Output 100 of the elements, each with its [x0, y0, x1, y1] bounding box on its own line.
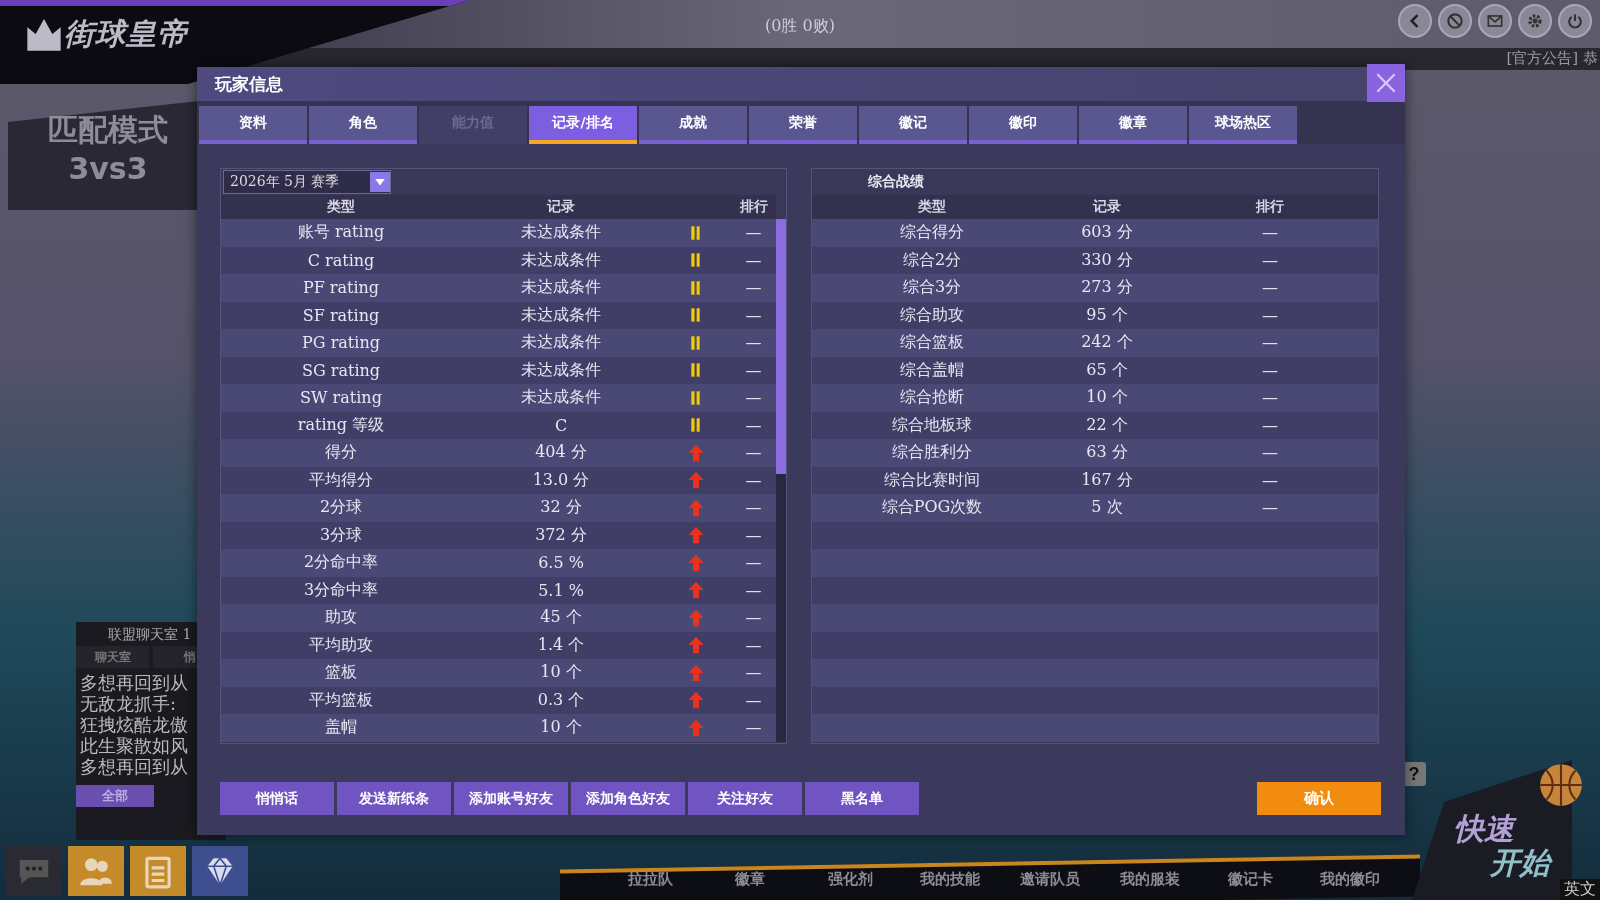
up-arrow-icon: [687, 635, 705, 656]
tab[interactable]: 角色: [309, 106, 417, 144]
language-indicator: 英文: [1560, 879, 1600, 900]
dialog-title: 玩家信息: [213, 72, 283, 96]
bottom-menu-item[interactable]: 强化剂: [800, 870, 900, 889]
table-cell-text: 盖帽: [324, 717, 358, 739]
bottom-menu-item[interactable]: 拉拉队: [600, 870, 700, 889]
bottom-menu-item[interactable]: 我的技能: [900, 870, 1000, 889]
action-button[interactable]: 添加角色好友: [571, 782, 685, 815]
table-cell-text: 3分球: [318, 524, 364, 546]
action-button[interactable]: 关注好友: [688, 782, 802, 815]
tab[interactable]: 徽章: [1079, 106, 1187, 144]
chat-room-title: 联盟聊天室 1: [107, 625, 193, 644]
action-button[interactable]: 发送新纸条: [337, 782, 451, 815]
table-cell-text: 未达成条件: [520, 332, 602, 354]
bottom-menu-item[interactable]: 邀请队员: [1000, 870, 1100, 889]
action-button[interactable]: 黑名单: [805, 782, 919, 815]
table-cell-text: 65 个: [1085, 359, 1129, 381]
scrollbar-thumb[interactable]: [776, 219, 786, 474]
power-icon: [1565, 11, 1585, 31]
table-cell-text: 22 个: [1085, 414, 1129, 436]
column-header: 排行: [1256, 198, 1284, 216]
table-cell-text: 综合比赛时间: [883, 469, 981, 491]
column-header: 排行: [739, 198, 768, 216]
tab[interactable]: 资料: [199, 106, 307, 144]
column-header: 类型: [918, 198, 946, 216]
no-entry-icon: [1445, 11, 1465, 31]
table-cell-text: —: [744, 333, 763, 353]
up-arrow-icon: [687, 662, 705, 683]
table-cell-text: 未达成条件: [520, 249, 602, 271]
chat-tab[interactable]: 聊天室: [76, 646, 149, 668]
table-cell-text: 10 个: [539, 717, 583, 739]
table-cell-text: 167 分: [1080, 469, 1134, 491]
table-cell-text: —: [744, 278, 763, 298]
table-cell-text: 404 分: [534, 442, 588, 464]
table-cell-text: —: [1261, 443, 1279, 463]
table-cell-text: 账号 rating: [296, 222, 386, 244]
table-cell-text: —: [1261, 388, 1279, 408]
table-cell-text: —: [1261, 305, 1279, 325]
up-arrow-icon: [687, 442, 705, 463]
close-button[interactable]: [1367, 64, 1405, 102]
table-cell-text: 综合2分: [901, 249, 963, 271]
table-cell-text: —: [744, 635, 763, 655]
tab[interactable]: 记录/排名: [529, 106, 637, 144]
table-cell-text: 未达成条件: [520, 304, 602, 326]
table-cell-text: —: [744, 608, 763, 628]
table-cell-text: C: [553, 415, 569, 435]
table-cell-text: 助攻: [324, 607, 358, 629]
bottom-menu-item[interactable]: 我的服装: [1100, 870, 1200, 889]
tab[interactable]: 徽印: [969, 106, 1077, 144]
table-cell-text: 平均篮板: [308, 689, 374, 711]
table-cell-text: —: [744, 663, 763, 683]
bottom-menu-item[interactable]: 徽记卡: [1200, 870, 1300, 889]
table-cell-text: —: [744, 388, 763, 408]
up-arrow-icon: [687, 552, 705, 573]
table-cell-text: —: [744, 443, 763, 463]
table-cell-text: —: [744, 553, 763, 573]
table-cell-text: 3分命中率: [302, 579, 380, 601]
table-cell-text: 综合篮板: [899, 332, 965, 354]
table-cell-text: 372 分: [534, 524, 588, 546]
tab[interactable]: 成就: [639, 106, 747, 144]
table-cell-text: —: [744, 223, 763, 243]
table-cell-text: 综合得分: [899, 222, 965, 244]
bottom-menu-item[interactable]: 徽章: [700, 870, 800, 889]
table-cell-text: 篮板: [324, 662, 358, 684]
action-button[interactable]: 悄悄话: [220, 782, 334, 815]
table-cell-text: —: [1261, 470, 1279, 490]
up-arrow-icon: [687, 607, 705, 628]
table-cell-text: 5.1 %: [537, 580, 585, 600]
up-arrow-icon: [687, 717, 705, 738]
announcement-ticker: [官方公告] 恭: [1506, 49, 1598, 68]
tab[interactable]: 徽记: [859, 106, 967, 144]
bottom-menu-item[interactable]: 我的徽印: [1300, 870, 1400, 889]
table-cell-text: 得分: [324, 442, 358, 464]
chat-message: 无敌龙抓手:: [80, 693, 178, 714]
table-cell-text: SG rating: [300, 360, 382, 380]
table-cell-text: SF rating: [301, 305, 381, 325]
table-cell-text: 45 个: [539, 607, 583, 629]
up-arrow-icon: [687, 690, 705, 711]
tab[interactable]: 荣誉: [749, 106, 857, 144]
table-cell-text: 未达成条件: [520, 277, 602, 299]
table-cell-text: —: [744, 250, 763, 270]
tab[interactable]: 球场热区: [1189, 106, 1297, 144]
season-dropdown[interactable]: 2026年 5月 赛季: [223, 170, 391, 194]
column-header: 记录: [1093, 198, 1121, 216]
chat-filter-button[interactable]: 全部: [76, 785, 154, 807]
action-button[interactable]: 添加账号好友: [454, 782, 568, 815]
game-mode-name: 匹配模式: [48, 111, 168, 149]
clipboard-button[interactable]: [130, 846, 186, 896]
table-cell-text: 平均助攻: [308, 634, 374, 656]
table-cell-text: 未达成条件: [520, 387, 602, 409]
table-cell-text: 1.4 个: [536, 634, 586, 656]
table-cell-text: —: [1261, 415, 1279, 435]
table-cell-text: —: [744, 360, 763, 380]
table-cell-text: PF rating: [301, 278, 381, 298]
table-cell-text: —: [1261, 250, 1279, 270]
diamond-button[interactable]: [192, 846, 248, 896]
table-cell-text: —: [744, 718, 763, 738]
table-cell-text: —: [1261, 223, 1279, 243]
table-cell-text: 综合地板球: [891, 414, 973, 436]
